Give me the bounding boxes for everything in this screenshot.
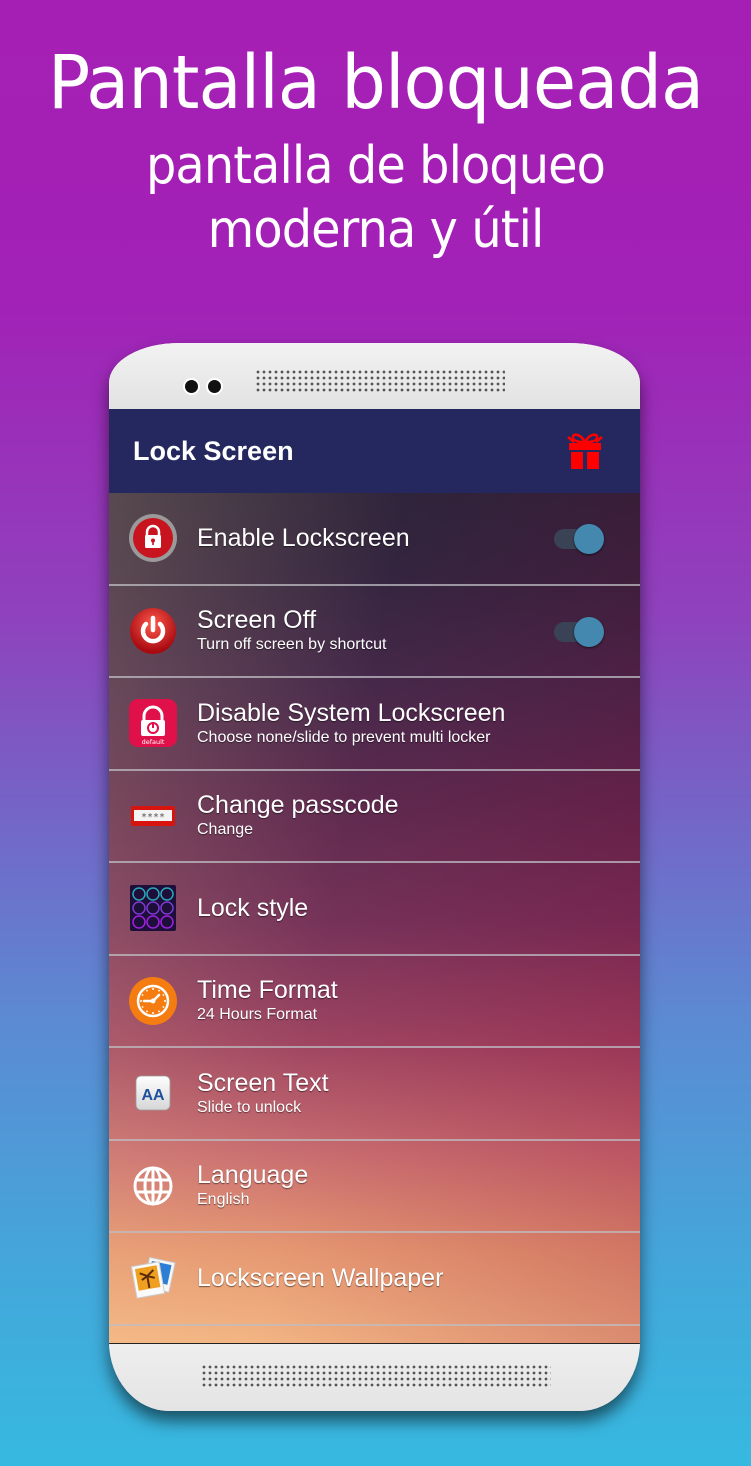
app-title: Lock Screen (133, 435, 294, 466)
photos-icon (130, 1257, 176, 1300)
setting-time-format[interactable]: Time Format 24 Hours Format (109, 956, 640, 1048)
globe-icon (133, 1166, 173, 1206)
settings-list: Enable Lockscreen Screen Off Turn off sc… (109, 493, 640, 1326)
svg-text:default: default (142, 738, 165, 746)
app-bar: Lock Screen (109, 409, 640, 493)
promo-subline-2: moderna y útil (207, 200, 545, 260)
lock-icon (129, 514, 177, 563)
setting-subtitle: English (197, 1191, 250, 1209)
power-icon (130, 607, 176, 654)
setting-subtitle: Change (197, 821, 254, 839)
default-lock-icon: default (129, 699, 177, 748)
setting-subtitle: Choose none/slide to prevent multi locke… (197, 728, 491, 746)
setting-title: Lockscreen Wallpaper (197, 1263, 444, 1292)
bottom-speaker (201, 1364, 551, 1388)
setting-title: Disable System Lockscreen (197, 698, 506, 727)
app-screen: Lock Screen Enable Lockscreen Screen Off… (109, 409, 640, 1343)
toggle-thumb (574, 524, 604, 555)
setting-title: Change passcode (197, 791, 399, 820)
enable-lockscreen-toggle[interactable] (554, 524, 604, 555)
setting-title: Time Format (197, 976, 338, 1005)
phone-top-bezel (109, 343, 640, 409)
promo-headline: Pantalla bloqueada (47, 40, 704, 126)
camera-icon (185, 380, 198, 393)
setting-title: Lock style (197, 893, 309, 922)
earpiece-speaker (255, 369, 505, 393)
sensor-icon (208, 380, 221, 393)
svg-text:****: **** (141, 812, 165, 823)
setting-screen-text[interactable]: AA Screen Text Slide to unlock (109, 1048, 640, 1141)
setting-title: Screen Text (197, 1068, 329, 1097)
setting-title: Language (197, 1161, 309, 1190)
promo-subline-1: pantalla de bloqueo (145, 136, 606, 196)
setting-subtitle: Turn off screen by shortcut (197, 636, 387, 654)
setting-subtitle: 24 Hours Format (197, 1006, 318, 1024)
setting-screen-off[interactable]: Screen Off Turn off screen by shortcut (109, 586, 640, 678)
setting-language[interactable]: Language English (109, 1141, 640, 1233)
text-icon: AA (135, 1075, 171, 1111)
clock-icon (129, 976, 177, 1025)
setting-enable-lockscreen[interactable]: Enable Lockscreen (109, 493, 640, 586)
phone-frame: Lock Screen Enable Lockscreen Screen Off… (109, 343, 640, 1411)
keypad-icon (130, 885, 176, 932)
screen-off-toggle[interactable] (554, 616, 604, 647)
phone-bottom-bezel (109, 1343, 640, 1411)
setting-title: Enable Lockscreen (197, 523, 410, 552)
setting-title: Screen Off (197, 606, 317, 635)
setting-lock-style[interactable]: Lock style (109, 863, 640, 956)
setting-subtitle: Slide to unlock (197, 1098, 302, 1116)
toggle-thumb (574, 616, 604, 647)
passcode-icon: **** (131, 805, 175, 826)
setting-change-passcode[interactable]: **** Change passcode Change (109, 771, 640, 863)
setting-lockscreen-wallpaper[interactable]: Lockscreen Wallpaper (109, 1233, 640, 1326)
svg-text:AA: AA (141, 1087, 165, 1104)
gift-icon[interactable] (564, 431, 606, 471)
setting-disable-system-lockscreen[interactable]: default Disable System Lockscreen Choose… (109, 678, 640, 771)
